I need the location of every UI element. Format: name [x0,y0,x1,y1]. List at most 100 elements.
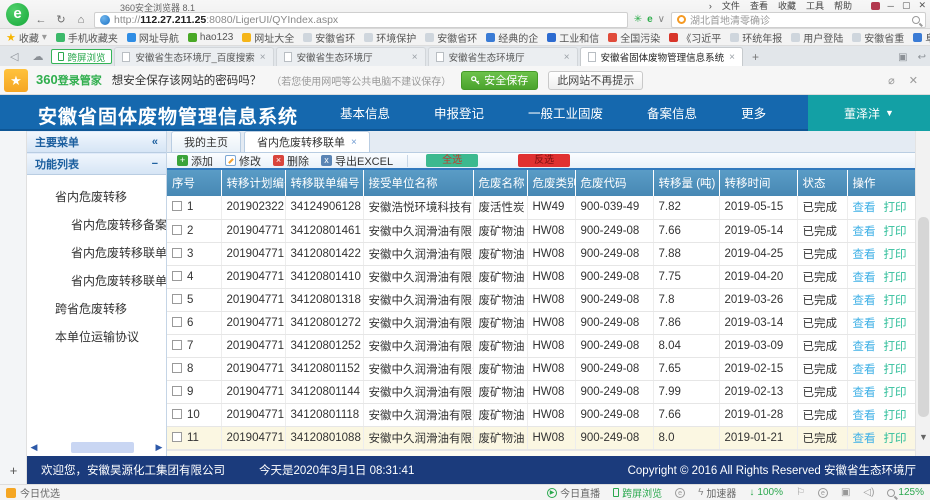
row-checkbox[interactable] [172,340,182,350]
browser-tab[interactable]: 安徽省生态环境厅 × [276,47,426,66]
print-link[interactable]: 打印 [884,295,907,307]
view-link[interactable]: 查看 [853,364,876,376]
sidebar-menu-item[interactable]: 省内危废转移联单退 [27,267,166,295]
bookmark-item[interactable]: 安徽省环 [425,30,477,45]
print-link[interactable]: 打印 [884,433,907,445]
function-list-collapse-icon[interactable]: − [152,158,158,170]
view-link[interactable]: 查看 [853,249,876,261]
nav-industrial-waste[interactable]: 一般工业固废 [528,103,603,122]
content-tab[interactable]: 我的主页 [171,131,241,152]
search-icon[interactable] [912,16,920,24]
favorites-menu[interactable]: ★ 收藏 ▾ [6,30,47,45]
bookmark-item[interactable]: 阜阳市环 [913,30,930,45]
favorites-star-icon[interactable]: ★ [4,69,28,92]
view-link[interactable]: 查看 [853,226,876,238]
new-tab-button[interactable]: + [745,50,766,66]
column-header[interactable]: 危废代码 [575,170,653,196]
maximize-button[interactable]: ▢ [902,0,911,11]
bookmark-item[interactable]: hao123 [188,32,233,43]
export-excel-button[interactable]: x导出EXCEL [317,153,397,169]
sidebar-menu-item[interactable]: 省内危废转移联单 [27,239,166,267]
nav-more[interactable]: 更多 [741,103,766,122]
user-menu[interactable]: 董泽洋 ▼ [808,95,930,131]
minimize-button[interactable]: ─ [888,1,894,11]
bookmark-item[interactable]: 工业和信 [547,30,599,45]
row-checkbox[interactable] [172,363,182,373]
bookmark-item[interactable]: 手机收藏夹 [56,30,118,45]
print-link[interactable]: 打印 [884,364,907,376]
nav-declaration[interactable]: 申报登记 [434,103,484,122]
browser-e-icon[interactable]: e [647,14,653,25]
column-header[interactable]: 操作 [847,170,915,196]
scroll-left-icon[interactable]: ◀ [29,442,39,453]
row-checkbox[interactable] [172,409,182,419]
bookmark-item[interactable]: 安徽省重 [852,30,904,45]
hscroll-thumb[interactable] [71,442,134,453]
proxy-icon[interactable]: e [818,488,828,498]
column-header[interactable]: 转移联单编号 [285,170,363,196]
view-link[interactable]: 查看 [853,410,876,422]
pin-icon[interactable]: ⌀ [888,74,895,87]
sound-icon[interactable]: ◁) [863,487,874,498]
print-link[interactable]: 打印 [884,249,907,261]
invert-selection-button[interactable]: 反选 [518,154,570,167]
back-icon[interactable]: ← [34,14,48,26]
side-panel-add-icon[interactable]: + [0,463,27,478]
row-checkbox[interactable] [172,294,182,304]
bookmark-item[interactable]: 环境保护 [364,30,416,45]
row-checkbox[interactable] [172,432,182,442]
360-flower-icon[interactable]: ✳ [634,14,642,25]
row-checkbox[interactable] [172,317,182,327]
bookmark-item[interactable]: 全国污染 [608,30,660,45]
content-tab[interactable]: 省内危废转移联单 × [244,131,370,152]
sidebar-menu-item[interactable]: 省内危废转移备案 [27,211,166,239]
cross-screen-button[interactable]: 跨屏浏览 [51,49,112,64]
add-button[interactable]: +添加 [173,153,217,169]
browser-tab[interactable]: 安徽省生态环境厅 × [428,47,578,66]
row-checkbox[interactable] [172,248,182,258]
compat-mode-icon[interactable]: e [675,488,685,498]
column-header[interactable]: 转移量 (吨) [653,170,719,196]
browser-tab[interactable]: 安徽省固体废物管理信息系统 × [580,47,743,66]
print-link[interactable]: 打印 [884,318,907,330]
view-link[interactable]: 查看 [853,318,876,330]
view-link[interactable]: 查看 [853,433,876,445]
bookmark-item[interactable]: 经典的企 [486,30,538,45]
address-bar[interactable]: http://112.27.211.25:8080/LigerUI/QYInde… [94,12,628,28]
column-header[interactable]: 危废名称 [473,170,527,196]
promo-icon[interactable] [871,2,880,10]
column-header[interactable]: 危废类别 [527,170,575,196]
browser-logo-icon[interactable]: e [6,3,29,26]
home-icon[interactable]: ⌂ [74,14,88,26]
browser-tab[interactable]: 安徽省生态环境厅_百度搜索 × [114,47,273,66]
flag-icon[interactable]: ⚐ [796,487,805,498]
cloud-sync-icon[interactable]: ☁ [26,50,49,66]
view-link[interactable]: 查看 [853,295,876,307]
sidebar-hscrollbar[interactable]: ◀ ▶ [29,441,164,454]
column-header[interactable]: 序号 [167,170,221,196]
column-header[interactable]: 接受单位名称 [363,170,473,196]
tab-close-icon[interactable]: × [729,52,735,63]
bookmark-item[interactable]: 用户登陆 [791,30,843,45]
undo-close-icon[interactable]: ↩ [918,52,926,63]
print-link[interactable]: 打印 [884,341,907,353]
menu-overflow-icon[interactable]: › [709,1,712,11]
grid-vscrollbar[interactable]: ▼ [915,131,930,456]
bookmark-item[interactable]: 环统年报 [730,30,782,45]
nav-basic-info[interactable]: 基本信息 [340,103,390,122]
search-box[interactable] [671,12,926,28]
column-header[interactable]: 转移时间 [719,170,797,196]
sidebar-menu-item[interactable]: 省内危废转移 [27,183,166,211]
notification-close-icon[interactable]: ✕ [909,74,918,87]
nav-filing-info[interactable]: 备案信息 [647,103,697,122]
tab-back-icon[interactable]: ◁ [4,50,24,66]
view-link[interactable]: 查看 [853,272,876,284]
sidebar-menu-item[interactable]: 本单位运输协议 [27,323,166,351]
scroll-down-icon[interactable]: ▼ [916,432,930,442]
cross-screen-status[interactable]: 跨屏浏览 [613,485,662,500]
bookmark-item[interactable]: 《习近平 [669,30,721,45]
sidebar-main-menu-header[interactable]: 主要菜单 « [27,131,166,153]
zoom-control[interactable]: 125% [887,487,924,498]
vscroll-thumb[interactable] [918,217,929,417]
tab-close-icon[interactable]: × [564,52,570,63]
